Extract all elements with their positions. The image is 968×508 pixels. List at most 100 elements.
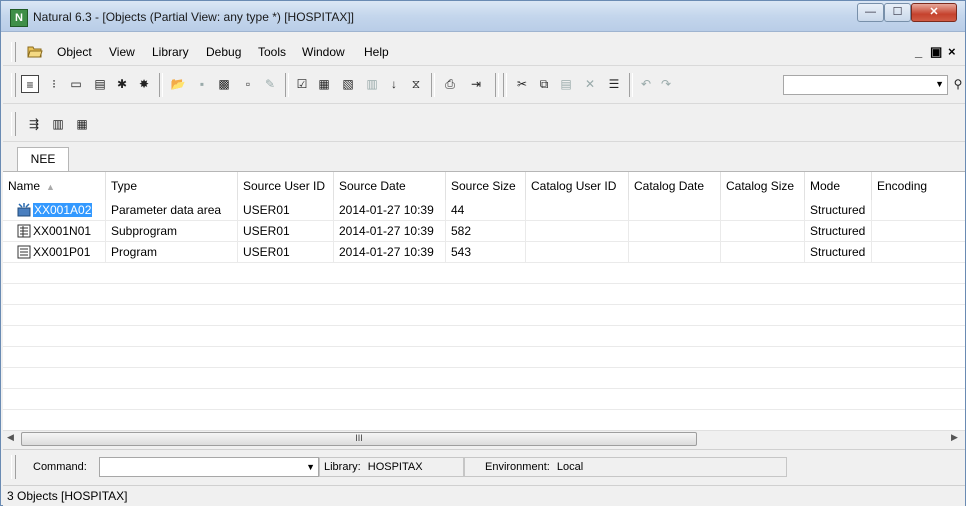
- command-input[interactable]: ▼: [99, 457, 319, 477]
- scroll-thumb[interactable]: III: [21, 432, 697, 446]
- maximize-button[interactable]: ☐: [884, 3, 911, 22]
- cell-source-user-id: USER01: [238, 221, 334, 241]
- cell-source-size: 44: [446, 200, 526, 220]
- menu-bar: Object View Library Debug Tools Window H…: [3, 39, 965, 66]
- table-row[interactable]: XX001A02 Parameter data area USER01 2014…: [3, 200, 965, 221]
- save-all-icon[interactable]: ▩: [215, 75, 233, 93]
- chevron-down-icon[interactable]: ▼: [935, 79, 944, 89]
- align-icon[interactable]: ⇶: [25, 115, 43, 133]
- open-icon[interactable]: 📂: [169, 75, 187, 93]
- empty-row: [3, 284, 965, 305]
- menu-help[interactable]: Help: [364, 45, 389, 59]
- menu-tools[interactable]: Tools: [258, 45, 286, 59]
- cell-type: Program: [106, 242, 238, 262]
- menubar-grip[interactable]: [11, 42, 16, 62]
- header-catalog-size[interactable]: Catalog Size: [721, 172, 805, 200]
- menu-library[interactable]: Library: [152, 45, 189, 59]
- cell-catalog-date: [629, 221, 721, 241]
- window-icon[interactable]: ▭: [67, 75, 85, 93]
- redo-icon[interactable]: ↷: [657, 75, 675, 93]
- library-icon[interactable]: ▥: [49, 115, 67, 133]
- menu-debug[interactable]: Debug: [206, 45, 241, 59]
- cell-catalog-size: [721, 242, 805, 262]
- header-encoding[interactable]: Encoding: [872, 172, 965, 200]
- tree-view-icon[interactable]: ⁝: [45, 75, 63, 93]
- list-view-icon[interactable]: ≡: [21, 75, 39, 93]
- cell-encoding: [872, 200, 965, 220]
- menu-view[interactable]: View: [109, 45, 135, 59]
- header-source-user-id[interactable]: Source User ID: [238, 172, 334, 200]
- compile-icon[interactable]: ▥: [363, 75, 381, 93]
- toolbar-grip[interactable]: [11, 73, 16, 97]
- cell-source-date: 2014-01-27 10:39: [334, 200, 446, 220]
- scroll-left-icon[interactable]: ◀: [7, 432, 14, 443]
- header-catalog-date[interactable]: Catalog Date: [629, 172, 721, 200]
- menu-window[interactable]: Window: [302, 45, 345, 59]
- run-icon[interactable]: ↓: [385, 75, 403, 93]
- check-icon[interactable]: ☑: [293, 75, 311, 93]
- table-row[interactable]: XX001N01 Subprogram USER01 2014-01-27 10…: [3, 221, 965, 242]
- find-combobox[interactable]: ▼: [783, 75, 948, 95]
- undo-icon[interactable]: ↶: [637, 75, 655, 93]
- menu-object[interactable]: Object: [57, 45, 92, 59]
- header-mode[interactable]: Mode: [805, 172, 872, 200]
- header-name[interactable]: Name ▲: [3, 172, 106, 200]
- execute-icon[interactable]: ⧖: [407, 75, 425, 93]
- select-all-icon[interactable]: ☰: [605, 75, 623, 93]
- cell-name: XX001N01: [3, 221, 106, 241]
- delete-icon[interactable]: ✕: [581, 75, 599, 93]
- panel-icon[interactable]: ▤: [91, 75, 109, 93]
- program-icon: [17, 245, 31, 259]
- toolbar-separator: [431, 73, 435, 97]
- header-catalog-user-id[interactable]: Catalog User ID: [526, 172, 629, 200]
- catalog-icon[interactable]: ▧: [339, 75, 357, 93]
- save-icon[interactable]: ▪: [193, 75, 211, 93]
- cell-source-date: 2014-01-27 10:39: [334, 221, 446, 241]
- bug-icon[interactable]: ✱: [113, 75, 131, 93]
- title-bar[interactable]: N Natural 6.3 - [Objects (Partial View: …: [1, 1, 965, 32]
- cell-catalog-size: [721, 200, 805, 220]
- empty-row: [3, 389, 965, 410]
- library-connect-icon[interactable]: ▦: [73, 115, 91, 133]
- export-icon[interactable]: ⇥: [467, 75, 485, 93]
- stow-icon[interactable]: ▦: [315, 75, 333, 93]
- cell-name: XX001A02: [3, 200, 106, 220]
- cut-icon[interactable]: ✂: [513, 75, 531, 93]
- binoculars-icon[interactable]: ⚲: [949, 75, 967, 93]
- mdi-close-button[interactable]: ×: [948, 44, 956, 59]
- tab-nee[interactable]: NEE: [17, 147, 69, 171]
- selected-name: XX001A02: [33, 203, 93, 217]
- header-source-date[interactable]: Source Date: [334, 172, 446, 200]
- print-icon[interactable]: ⎙: [441, 75, 459, 93]
- cell-source-date: 2014-01-27 10:39: [334, 242, 446, 262]
- commandbar-grip[interactable]: [11, 455, 16, 479]
- new-icon[interactable]: ▫: [239, 75, 257, 93]
- cell-catalog-date: [629, 200, 721, 220]
- toolbar-separator: [629, 73, 633, 97]
- command-label: Command:: [33, 461, 87, 473]
- cell-source-size: 543: [446, 242, 526, 262]
- table-row[interactable]: XX001P01 Program USER01 2014-01-27 10:39…: [3, 242, 965, 263]
- bug-stop-icon[interactable]: ✸: [135, 75, 153, 93]
- open-folder-icon[interactable]: [27, 44, 43, 58]
- header-type[interactable]: Type: [106, 172, 238, 200]
- mdi-minimize-button[interactable]: _: [915, 44, 922, 59]
- toolbar-separator: [503, 73, 507, 97]
- chevron-down-icon[interactable]: ▼: [306, 462, 315, 472]
- natural-app-icon[interactable]: N: [10, 9, 28, 27]
- library-field: Library: HOSPITAX: [319, 457, 464, 477]
- edit-icon[interactable]: ✎: [261, 75, 279, 93]
- header-source-size[interactable]: Source Size: [446, 172, 526, 200]
- scroll-right-icon[interactable]: ▶: [951, 432, 958, 443]
- mdi-restore-button[interactable]: ▣: [930, 44, 942, 60]
- minimize-button[interactable]: —: [857, 3, 884, 22]
- cell-catalog-user-id: [526, 242, 629, 262]
- close-button[interactable]: ✕: [911, 3, 957, 22]
- copy-icon[interactable]: ⧉: [535, 75, 553, 93]
- horizontal-scrollbar[interactable]: ◀ III ▶: [3, 430, 965, 448]
- cell-catalog-user-id: [526, 200, 629, 220]
- cell-source-user-id: USER01: [238, 242, 334, 262]
- paste-icon[interactable]: ▤: [557, 75, 575, 93]
- cell-catalog-user-id: [526, 221, 629, 241]
- toolbar-grip[interactable]: [11, 112, 16, 136]
